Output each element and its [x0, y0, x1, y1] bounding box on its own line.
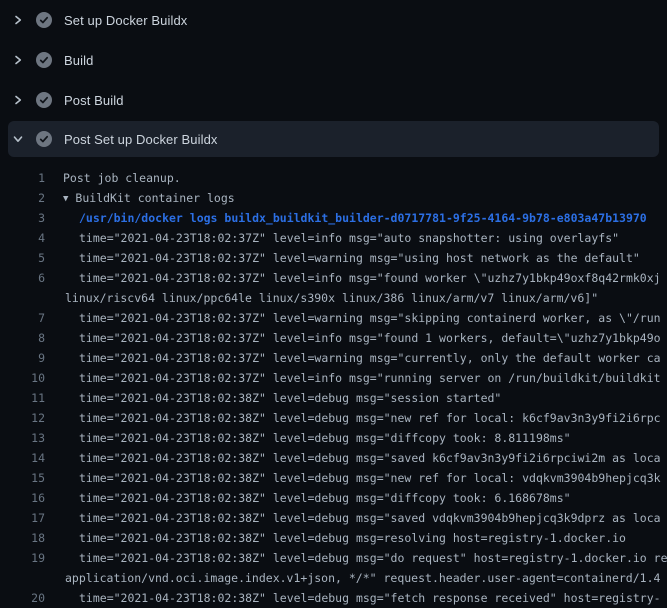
log-line: 10 time="2021-04-23T18:02:37Z" level=inf…: [0, 368, 667, 388]
section-title: Post Set up Docker Buildx: [64, 132, 218, 147]
log-text: time="2021-04-23T18:02:38Z" level=debug …: [79, 491, 571, 505]
log-text: time="2021-04-23T18:02:37Z" level=info m…: [79, 371, 661, 385]
log-line: 11 time="2021-04-23T18:02:38Z" level=deb…: [0, 388, 667, 408]
log-text: time="2021-04-23T18:02:38Z" level=debug …: [79, 391, 501, 405]
log-line: 15 time="2021-04-23T18:02:38Z" level=deb…: [0, 468, 667, 488]
line-number[interactable]: 3: [0, 208, 45, 228]
log-text: BuildKit container logs: [75, 191, 234, 205]
log-line: 13 time="2021-04-23T18:02:38Z" level=deb…: [0, 428, 667, 448]
log-line: linux/riscv64 linux/ppc64le linux/s390x …: [0, 288, 667, 308]
log-text: time="2021-04-23T18:02:38Z" level=debug …: [79, 431, 571, 445]
log-text: time="2021-04-23T18:02:37Z" level=info m…: [79, 231, 619, 245]
log-text: time="2021-04-23T18:02:37Z" level=warnin…: [79, 351, 661, 365]
section-title: Set up Docker Buildx: [64, 13, 187, 28]
log-line: 4 time="2021-04-23T18:02:37Z" level=info…: [0, 228, 667, 248]
chevron-right-icon: [12, 54, 24, 66]
check-circle-icon: [36, 131, 52, 147]
log-line: 9 time="2021-04-23T18:02:37Z" level=warn…: [0, 348, 667, 368]
log-line: 6 time="2021-04-23T18:02:37Z" level=info…: [0, 268, 667, 288]
log-text: time="2021-04-23T18:02:37Z" level=warnin…: [79, 311, 661, 325]
log-text: Post job cleanup.: [63, 171, 181, 185]
log-text: time="2021-04-23T18:02:37Z" level=warnin…: [79, 251, 640, 265]
line-number[interactable]: 5: [0, 248, 45, 268]
line-number[interactable]: 10: [0, 368, 45, 388]
log-text: time="2021-04-23T18:02:37Z" level=info m…: [79, 331, 661, 345]
line-number[interactable]: 14: [0, 448, 45, 468]
section-row-0[interactable]: Set up Docker Buildx: [0, 0, 667, 40]
log-line: 7 time="2021-04-23T18:02:37Z" level=warn…: [0, 308, 667, 328]
log-line: 14 time="2021-04-23T18:02:38Z" level=deb…: [0, 448, 667, 468]
log-line: 8 time="2021-04-23T18:02:37Z" level=info…: [0, 328, 667, 348]
log-line: 17 time="2021-04-23T18:02:38Z" level=deb…: [0, 508, 667, 528]
check-circle-icon: [36, 52, 52, 68]
section-row-1[interactable]: Build: [0, 40, 667, 80]
log-text: /usr/bin/docker logs buildx_buildkit_bui…: [79, 211, 647, 225]
section-title: Build: [64, 53, 93, 68]
log-text: time="2021-04-23T18:02:38Z" level=debug …: [79, 471, 661, 485]
log-line: 3 /usr/bin/docker logs buildx_buildkit_b…: [0, 208, 667, 228]
log-line: 19 time="2021-04-23T18:02:38Z" level=deb…: [0, 548, 667, 568]
log-text: time="2021-04-23T18:02:38Z" level=debug …: [79, 591, 661, 605]
line-number[interactable]: 4: [0, 228, 45, 248]
log-text: time="2021-04-23T18:02:38Z" level=debug …: [79, 551, 667, 565]
line-number[interactable]: 19: [0, 548, 45, 568]
log-line: 2 ▼ BuildKit container logs: [0, 188, 667, 208]
line-number[interactable]: 13: [0, 428, 45, 448]
log-line: application/vnd.oci.image.index.v1+json,…: [0, 568, 667, 588]
log-text: application/vnd.oci.image.index.v1+json,…: [65, 571, 660, 585]
log-line: 5 time="2021-04-23T18:02:37Z" level=warn…: [0, 248, 667, 268]
log-line: 18 time="2021-04-23T18:02:38Z" level=deb…: [0, 528, 667, 548]
chevron-down-icon: [12, 133, 24, 145]
section-title: Post Build: [64, 93, 124, 108]
log-text: time="2021-04-23T18:02:38Z" level=debug …: [79, 411, 661, 425]
line-number[interactable]: 15: [0, 468, 45, 488]
log-text: time="2021-04-23T18:02:38Z" level=debug …: [79, 511, 661, 525]
log-line: 1 Post job cleanup.: [0, 168, 667, 188]
log-line: 16 time="2021-04-23T18:02:38Z" level=deb…: [0, 488, 667, 508]
chevron-right-icon: [12, 94, 24, 106]
line-number[interactable]: 16: [0, 488, 45, 508]
log-line: 12 time="2021-04-23T18:02:38Z" level=deb…: [0, 408, 667, 428]
line-number[interactable]: 1: [0, 168, 45, 188]
log-viewer: 1 Post job cleanup. 2 ▼ BuildKit containe…: [0, 157, 667, 608]
line-number[interactable]: 8: [0, 328, 45, 348]
line-number[interactable]: 17: [0, 508, 45, 528]
section-row-2[interactable]: Post Build: [0, 80, 667, 120]
line-number[interactable]: [0, 288, 45, 308]
chevron-right-icon: [12, 14, 24, 26]
log-text: time="2021-04-23T18:02:38Z" level=debug …: [79, 451, 661, 465]
line-number[interactable]: 7: [0, 308, 45, 328]
line-number[interactable]: 6: [0, 268, 45, 288]
section-row-3[interactable]: Post Set up Docker Buildx: [8, 121, 659, 157]
line-number[interactable]: 9: [0, 348, 45, 368]
line-number[interactable]: 20: [0, 588, 45, 608]
log-text: linux/riscv64 linux/ppc64le linux/s390x …: [65, 291, 598, 305]
log-line: 20 time="2021-04-23T18:02:38Z" level=deb…: [0, 588, 667, 608]
collapse-triangle-icon[interactable]: ▼: [63, 189, 68, 208]
check-circle-icon: [36, 92, 52, 108]
line-number[interactable]: 11: [0, 388, 45, 408]
line-number[interactable]: 2: [0, 188, 45, 208]
log-text: time="2021-04-23T18:02:38Z" level=debug …: [79, 531, 626, 545]
log-text: time="2021-04-23T18:02:37Z" level=info m…: [79, 271, 661, 285]
workflow-steps-list: Set up Docker Buildx Build Post Build: [0, 0, 667, 157]
line-number[interactable]: 12: [0, 408, 45, 428]
line-number[interactable]: [0, 568, 45, 588]
check-circle-icon: [36, 12, 52, 28]
line-number[interactable]: 18: [0, 528, 45, 548]
